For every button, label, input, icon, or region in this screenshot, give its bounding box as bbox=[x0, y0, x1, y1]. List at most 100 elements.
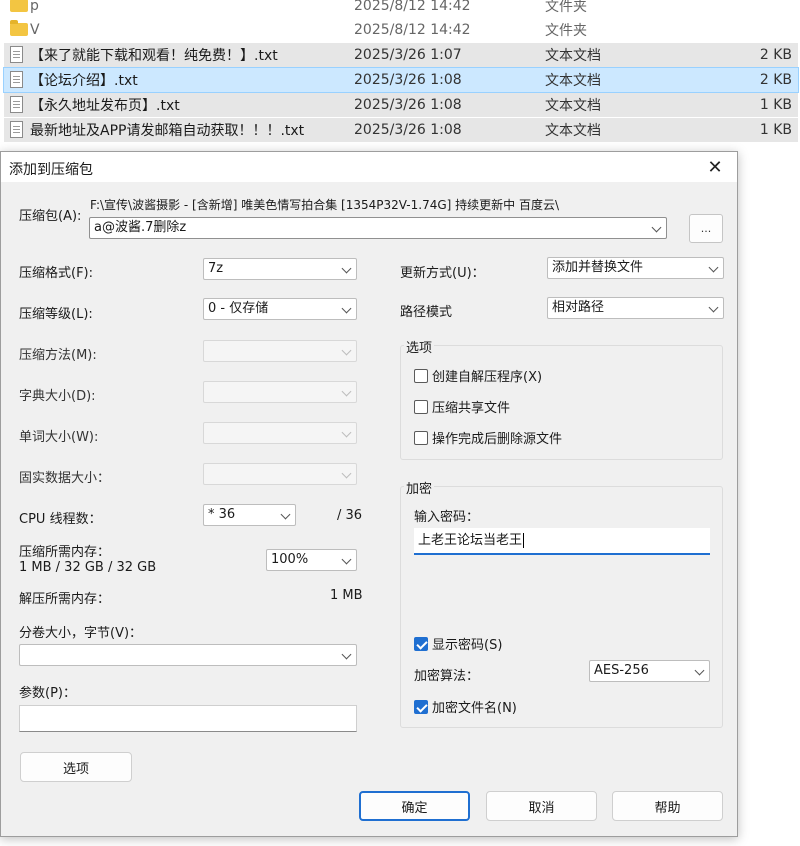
chevron-down-icon bbox=[341, 427, 352, 438]
password-value: 上老王论坛当老王 bbox=[418, 533, 523, 548]
cpu-select[interactable]: * 36 bbox=[203, 504, 296, 526]
chevron-down-icon bbox=[708, 262, 719, 273]
params-label: 参数(P)： bbox=[19, 686, 76, 701]
folder-icon bbox=[10, 20, 28, 36]
text-caret bbox=[523, 533, 525, 548]
delete-source-label: 操作完成后删除源文件 bbox=[432, 432, 563, 447]
show-password-checkbox[interactable]: 显示密码(S) bbox=[414, 634, 502, 653]
file-date: 2025/3/26 1:08 bbox=[354, 97, 462, 113]
checkbox-box bbox=[414, 368, 428, 383]
chevron-down-icon bbox=[651, 222, 662, 233]
encryption-group-title: 加密 bbox=[404, 478, 435, 497]
mem-value: 1 MB / 32 GB / 32 GB bbox=[19, 560, 157, 575]
shared-label: 压缩共享文件 bbox=[432, 401, 511, 416]
file-name: 【论坛介绍】.txt bbox=[30, 73, 138, 89]
dict-label: 字典大小(D): bbox=[19, 389, 96, 404]
word-label: 单词大小(W): bbox=[19, 430, 99, 445]
add-to-archive-dialog: 添加到压缩包 ✕ 压缩包(A): F:\宣传\波酱摄影 - [含新增] 唯美色情… bbox=[0, 151, 738, 837]
file-list: p 2025/8/12 14:42 文件夹 V 2025/8/12 14:42 … bbox=[0, 0, 800, 145]
file-row[interactable]: 【永久地址发布页】.txt 2025/3/26 1:08 文本文档 1 KB bbox=[4, 93, 798, 117]
dialog-title: 添加到压缩包 bbox=[9, 162, 93, 178]
chevron-down-icon bbox=[341, 468, 352, 479]
file-type: 文件夹 bbox=[545, 0, 587, 15]
shared-checkbox[interactable]: 压缩共享文件 bbox=[414, 397, 510, 416]
close-icon: ✕ bbox=[707, 156, 723, 178]
path-mode-value: 相对路径 bbox=[552, 300, 605, 315]
file-row[interactable]: 【来了就能下载和观看！纯免费！】.txt 2025/3/26 1:07 文本文档… bbox=[4, 43, 798, 67]
algorithm-select[interactable]: AES-256 bbox=[589, 660, 710, 682]
file-row[interactable]: 【论坛介绍】.txt 2025/3/26 1:08 文本文档 2 KB bbox=[3, 67, 799, 93]
file-row[interactable]: 最新地址及APP请发邮箱自动获取！！！.txt 2025/3/26 1:08 文… bbox=[4, 118, 798, 142]
split-label: 分卷大小，字节(V)： bbox=[19, 626, 143, 641]
file-name: 【来了就能下载和观看！纯免费！】.txt bbox=[30, 48, 278, 64]
mem-percent-select[interactable]: 100% bbox=[266, 549, 357, 571]
format-label: 压缩格式(F): bbox=[19, 266, 94, 281]
ok-button[interactable]: 确定 bbox=[359, 791, 470, 821]
text-file-icon bbox=[10, 96, 23, 113]
method-select bbox=[203, 340, 357, 362]
file-row-p[interactable]: p 2025/8/12 14:42 文件夹 bbox=[4, 0, 798, 18]
file-size: 2 KB bbox=[759, 72, 792, 88]
text-file-icon bbox=[10, 46, 23, 63]
format-value: 7z bbox=[208, 261, 224, 276]
file-row-v[interactable]: V 2025/8/12 14:42 文件夹 bbox=[4, 18, 798, 42]
params-input[interactable] bbox=[19, 705, 357, 732]
file-type: 文本文档 bbox=[545, 48, 601, 64]
mem-label: 压缩所需内存： bbox=[19, 545, 111, 560]
split-select[interactable] bbox=[19, 644, 357, 666]
algorithm-value: AES-256 bbox=[594, 663, 649, 678]
file-type: 文本文档 bbox=[545, 98, 601, 114]
checkbox-checked-icon bbox=[414, 699, 428, 714]
text-file-icon bbox=[10, 121, 23, 138]
decomp-label: 解压所需内存： bbox=[19, 592, 111, 607]
file-size: 1 KB bbox=[759, 97, 792, 113]
options-button[interactable]: 选项 bbox=[20, 752, 132, 782]
cpu-label: CPU 线程数： bbox=[19, 512, 102, 527]
sfx-checkbox[interactable]: 创建自解压程序(X) bbox=[414, 366, 542, 385]
word-select bbox=[203, 422, 357, 444]
solid-label: 固实数据大小： bbox=[19, 471, 111, 486]
format-select[interactable]: 7z bbox=[203, 258, 357, 280]
text-file-icon bbox=[10, 71, 23, 88]
chevron-down-icon bbox=[341, 303, 352, 314]
file-type: 文件夹 bbox=[545, 23, 587, 39]
file-date: 2025/8/12 14:42 bbox=[354, 22, 471, 38]
cancel-button[interactable]: 取消 bbox=[486, 791, 597, 821]
sfx-label: 创建自解压程序(X) bbox=[432, 370, 543, 385]
file-date: 2025/3/26 1:08 bbox=[354, 122, 462, 138]
browse-button[interactable]: ... bbox=[689, 214, 723, 243]
method-label: 压缩方法(M): bbox=[19, 348, 97, 363]
title-bar: 添加到压缩包 ✕ bbox=[1, 152, 737, 182]
chevron-down-icon bbox=[341, 263, 352, 274]
file-name: 最新地址及APP请发邮箱自动获取！！！.txt bbox=[30, 123, 305, 139]
encrypt-names-checkbox[interactable]: 加密文件名(N) bbox=[414, 697, 517, 716]
folder-icon bbox=[10, 0, 28, 12]
delete-source-checkbox[interactable]: 操作完成后删除源文件 bbox=[414, 428, 562, 447]
level-select[interactable]: 0 - 仅存储 bbox=[203, 298, 357, 320]
close-button[interactable]: ✕ bbox=[693, 152, 737, 182]
file-name: p bbox=[30, 0, 39, 14]
checkbox-box bbox=[414, 399, 428, 414]
file-date: 2025/3/26 1:08 bbox=[354, 72, 462, 88]
level-label: 压缩等级(L): bbox=[19, 307, 93, 322]
checkbox-checked-icon bbox=[414, 636, 428, 651]
file-type: 文本文档 bbox=[545, 123, 601, 139]
chevron-down-icon bbox=[341, 386, 352, 397]
archive-name-value: a@波酱.7删除z bbox=[94, 220, 187, 235]
chevron-down-icon bbox=[341, 649, 352, 660]
archive-label: 压缩包(A): bbox=[19, 209, 82, 224]
password-input[interactable]: 上老王论坛当老王 bbox=[414, 528, 710, 555]
password-label: 输入密码： bbox=[414, 510, 480, 525]
solid-select bbox=[203, 463, 357, 485]
archive-name-combo[interactable]: a@波酱.7删除z bbox=[89, 217, 667, 239]
update-label: 更新方式(U)： bbox=[400, 266, 485, 281]
file-name: 【永久地址发布页】.txt bbox=[30, 98, 180, 114]
update-select[interactable]: 添加并替换文件 bbox=[547, 257, 724, 279]
mem-percent-value: 100% bbox=[271, 552, 309, 567]
path-mode-select[interactable]: 相对路径 bbox=[547, 297, 724, 319]
path-mode-label: 路径模式 bbox=[400, 305, 453, 320]
cpu-total: / 36 bbox=[337, 508, 363, 523]
chevron-down-icon bbox=[708, 302, 719, 313]
options-group-title: 选项 bbox=[404, 337, 435, 356]
help-button[interactable]: 帮助 bbox=[612, 791, 723, 821]
